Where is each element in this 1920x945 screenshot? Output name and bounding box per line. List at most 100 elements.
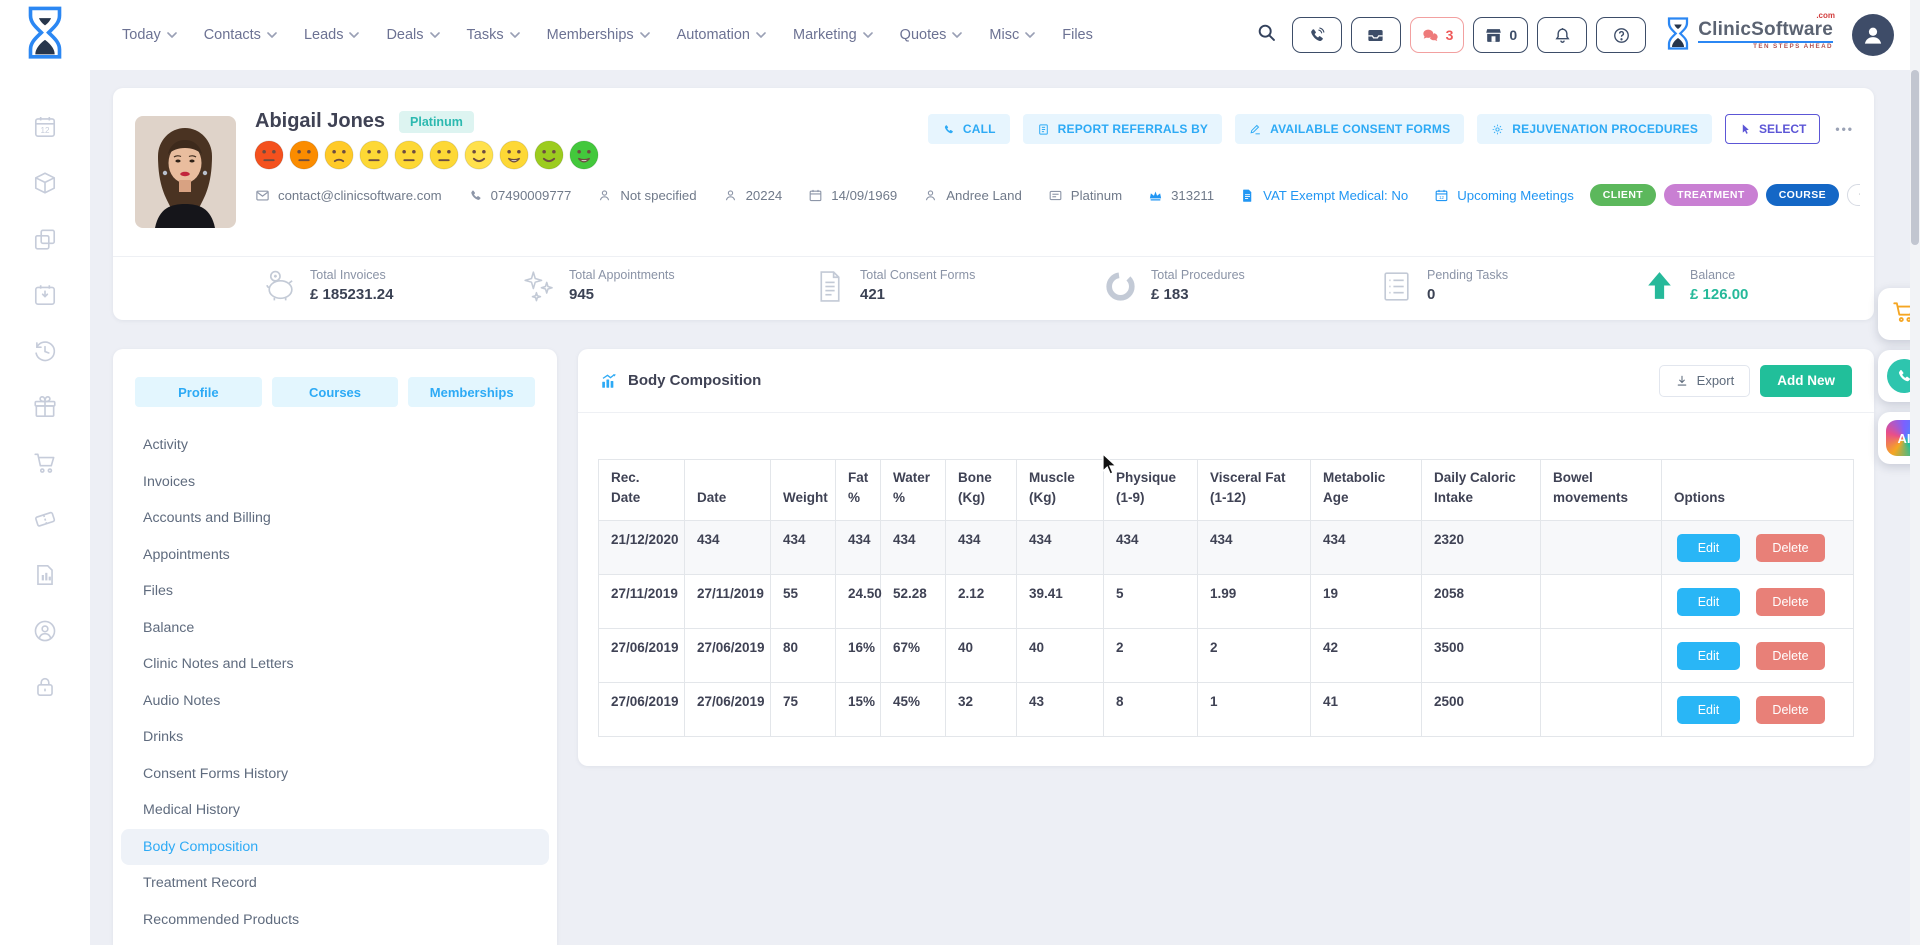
label-pill-course[interactable]: COURSE — [1766, 184, 1839, 206]
table-cell: 434 — [1017, 521, 1104, 575]
sidebar-item-consent-forms-history[interactable]: Consent Forms History — [121, 756, 549, 793]
sidebar-item-body-composition[interactable]: Body Composition — [121, 829, 549, 866]
edit-button[interactable]: Edit — [1677, 534, 1740, 562]
sidebar-item-audio-notes[interactable]: Audio Notes — [121, 683, 549, 720]
search-icon[interactable] — [1256, 22, 1277, 48]
edit-button[interactable]: Edit — [1677, 588, 1740, 616]
contact-link-vat-exempt-medical-no[interactable]: VAT Exempt Medical: No — [1240, 188, 1408, 203]
tab-courses[interactable]: Courses — [272, 377, 399, 407]
mood-face-7-icon[interactable] — [464, 140, 494, 170]
user-avatar[interactable] — [1852, 14, 1894, 56]
arrow-up-icon — [1641, 268, 1678, 305]
voucher-icon[interactable] — [32, 506, 58, 532]
action-button-available-consent-forms[interactable]: AVAILABLE CONSENT FORMS — [1235, 114, 1464, 144]
svg-text:12: 12 — [40, 126, 50, 135]
sidebar-item-invoices[interactable]: Invoices — [121, 464, 549, 501]
inbox-button[interactable] — [1351, 17, 1401, 53]
mood-face-10-icon[interactable] — [569, 140, 599, 170]
table-cell: 27/06/2019 — [685, 683, 771, 737]
report-doc-icon[interactable] — [32, 562, 58, 588]
sidebar-item-appointments[interactable]: Appointments — [121, 537, 549, 574]
column-header-fat: Fat % — [836, 460, 881, 521]
sidebar-item-activity[interactable]: Activity — [121, 427, 549, 464]
person-icon — [923, 188, 938, 203]
nav-item-automation[interactable]: Automation — [677, 27, 766, 43]
add-label-button[interactable]: + Add Label — [1847, 184, 1860, 206]
table-cell: 1.99 — [1198, 575, 1311, 629]
delete-button[interactable]: Delete — [1756, 696, 1825, 724]
nav-item-label: Misc — [989, 27, 1019, 43]
lock-icon[interactable] — [32, 674, 58, 700]
table-cell: 40 — [1017, 629, 1104, 683]
add-new-button[interactable]: Add New — [1760, 365, 1852, 397]
mood-face-5-icon[interactable] — [394, 140, 424, 170]
nav-item-files[interactable]: Files — [1062, 27, 1093, 43]
schedule-icon[interactable] — [32, 282, 58, 308]
nav-item-misc[interactable]: Misc — [989, 27, 1035, 43]
dialer-button[interactable] — [1292, 17, 1342, 53]
sidebar-item-accounts-and-billing[interactable]: Accounts and Billing — [121, 500, 549, 537]
copy-icon[interactable] — [32, 226, 58, 252]
sidebar-item-clinic-notes-and-letters[interactable]: Clinic Notes and Letters — [121, 646, 549, 683]
edit-button[interactable]: Edit — [1677, 642, 1740, 670]
more-options-button[interactable]: ••• — [1835, 122, 1854, 136]
action-button-call[interactable]: CALL — [928, 114, 1010, 144]
mood-face-9-icon[interactable] — [534, 140, 564, 170]
hourglass-logo-icon[interactable] — [17, 6, 73, 64]
label-pill-treatment[interactable]: TREATMENT — [1664, 184, 1758, 206]
gift-icon[interactable] — [32, 394, 58, 420]
delete-button[interactable]: Delete — [1756, 534, 1825, 562]
table-cell: 15% — [836, 683, 881, 737]
action-button-rejuvenation-procedures[interactable]: REJUVENATION PROCEDURES — [1477, 114, 1712, 144]
nav-item-today[interactable]: Today — [122, 27, 177, 43]
mood-face-1-icon[interactable] — [254, 140, 284, 170]
action-button-report-referrals-by[interactable]: REPORT REFERRALS BY — [1023, 114, 1222, 144]
cart-icon[interactable] — [32, 450, 58, 476]
mood-face-4-icon[interactable] — [359, 140, 389, 170]
notifications-button[interactable] — [1537, 17, 1587, 53]
package-icon[interactable] — [32, 170, 58, 196]
sidebar-item-files[interactable]: Files — [121, 573, 549, 610]
mood-face-6-icon[interactable] — [429, 140, 459, 170]
sidebar-item-drinks[interactable]: Drinks — [121, 719, 549, 756]
logo-tagline: TEN STEPS AHEAD — [1698, 41, 1833, 50]
panel-title-text: Body Composition — [628, 372, 761, 389]
nav-item-contacts[interactable]: Contacts — [204, 27, 277, 43]
nav-item-leads[interactable]: Leads — [304, 27, 360, 43]
select-button[interactable]: SELECT — [1725, 114, 1820, 144]
mood-face-3-icon[interactable] — [324, 140, 354, 170]
stat-value: £ 183 — [1151, 286, 1245, 303]
chat-button[interactable]: 3 — [1410, 17, 1465, 53]
sidebar-item-treatment-record[interactable]: Treatment Record — [121, 865, 549, 902]
pos-button[interactable]: 0 — [1473, 17, 1528, 53]
table-cell — [1541, 629, 1662, 683]
nav-item-marketing[interactable]: Marketing — [793, 27, 873, 43]
sidebar-item-balance[interactable]: Balance — [121, 610, 549, 647]
export-button[interactable]: Export — [1659, 365, 1751, 397]
scrollbar-thumb[interactable] — [1911, 70, 1919, 245]
mood-face-8-icon[interactable] — [499, 140, 529, 170]
nav-item-quotes[interactable]: Quotes — [900, 27, 963, 43]
delete-button[interactable]: Delete — [1756, 588, 1825, 616]
table-cell: 2500 — [1422, 683, 1541, 737]
tab-profile[interactable]: Profile — [135, 377, 262, 407]
label-pill-client[interactable]: CLIENT — [1590, 184, 1656, 206]
nav-item-tasks[interactable]: Tasks — [467, 27, 520, 43]
help-button[interactable] — [1596, 17, 1646, 53]
history-icon[interactable] — [32, 338, 58, 364]
scrollbar-track[interactable] — [1910, 0, 1920, 945]
mood-face-2-icon[interactable] — [289, 140, 319, 170]
table-cell: 2058 — [1422, 575, 1541, 629]
calendar-12-icon[interactable]: 12 — [32, 114, 58, 140]
nav-item-deals[interactable]: Deals — [386, 27, 439, 43]
edit-button[interactable]: Edit — [1677, 696, 1740, 724]
account-icon[interactable] — [32, 618, 58, 644]
sidebar-item-recommended-products[interactable]: Recommended Products — [121, 902, 549, 939]
delete-button[interactable]: Delete — [1756, 642, 1825, 670]
panel-header: Body Composition Export Add New — [578, 349, 1874, 413]
sidebar-item-medical-history[interactable]: Medical History — [121, 792, 549, 829]
nav-item-memberships[interactable]: Memberships — [547, 27, 650, 43]
contact-link-upcoming-meetings[interactable]: 12Upcoming Meetings — [1434, 188, 1574, 203]
contact-text: Not specified — [620, 188, 696, 203]
tab-memberships[interactable]: Memberships — [408, 377, 535, 407]
